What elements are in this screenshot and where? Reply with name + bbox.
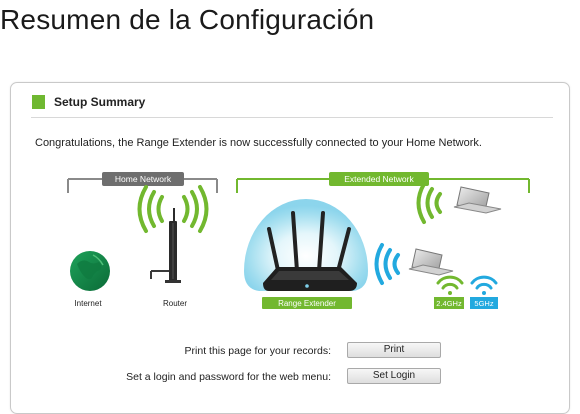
home-network-label: Home Network xyxy=(115,174,172,184)
header-marker-icon xyxy=(32,95,45,109)
wifi-5ghz-icon xyxy=(470,275,498,295)
band-5ghz-label: 5GHz xyxy=(474,299,493,308)
internet-label: Internet xyxy=(74,299,102,308)
print-button[interactable]: Print xyxy=(347,342,441,358)
wifi-2-4ghz-icon xyxy=(436,275,464,295)
range-extender-label: Range Extender xyxy=(278,299,336,308)
extended-network-label: Extended Network xyxy=(344,174,414,184)
extender-to-device-waves-icon xyxy=(374,243,400,285)
extended-network-bracket: Extended Network xyxy=(236,172,530,193)
laptop-icon xyxy=(453,186,502,214)
page-title: Resumen de la Configuración xyxy=(0,4,375,35)
print-instruction: Print this page for your records: xyxy=(184,345,331,357)
band-2-4ghz-label: 2.4GHz xyxy=(436,299,462,308)
extender-to-laptop-waves-icon xyxy=(416,182,442,224)
panel-title: Setup Summary xyxy=(54,95,146,109)
success-message: Congratulations, the Range Extender is n… xyxy=(35,137,482,149)
header-divider xyxy=(31,117,553,118)
setup-summary-panel: Setup Summary Congratulations, the Range… xyxy=(10,82,570,414)
network-diagram: Home Network Extended Network Internet R… xyxy=(57,167,537,317)
laptop-icon xyxy=(408,248,454,276)
login-instruction: Set a login and password for the web men… xyxy=(126,371,331,383)
network-diagram-graphic: Home Network Extended Network Internet R… xyxy=(67,172,530,309)
router-icon xyxy=(150,208,181,283)
set-login-button[interactable]: Set Login xyxy=(347,368,441,384)
router-label: Router xyxy=(163,299,187,308)
internet-globe-icon xyxy=(70,251,110,291)
